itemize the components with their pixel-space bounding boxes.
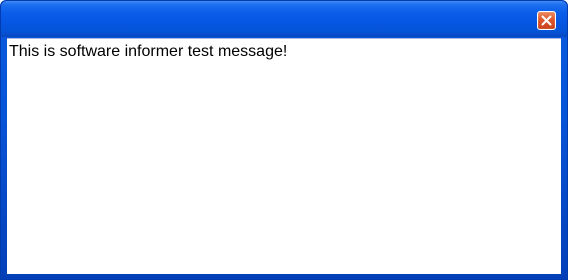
close-button[interactable] [537,11,556,30]
title-bar[interactable] [1,1,567,37]
message-area: This is software informer test message! [7,38,561,274]
message-text: This is software informer test message! [9,43,288,60]
message-window: This is software informer test message! [0,0,568,280]
close-icon [541,15,552,26]
